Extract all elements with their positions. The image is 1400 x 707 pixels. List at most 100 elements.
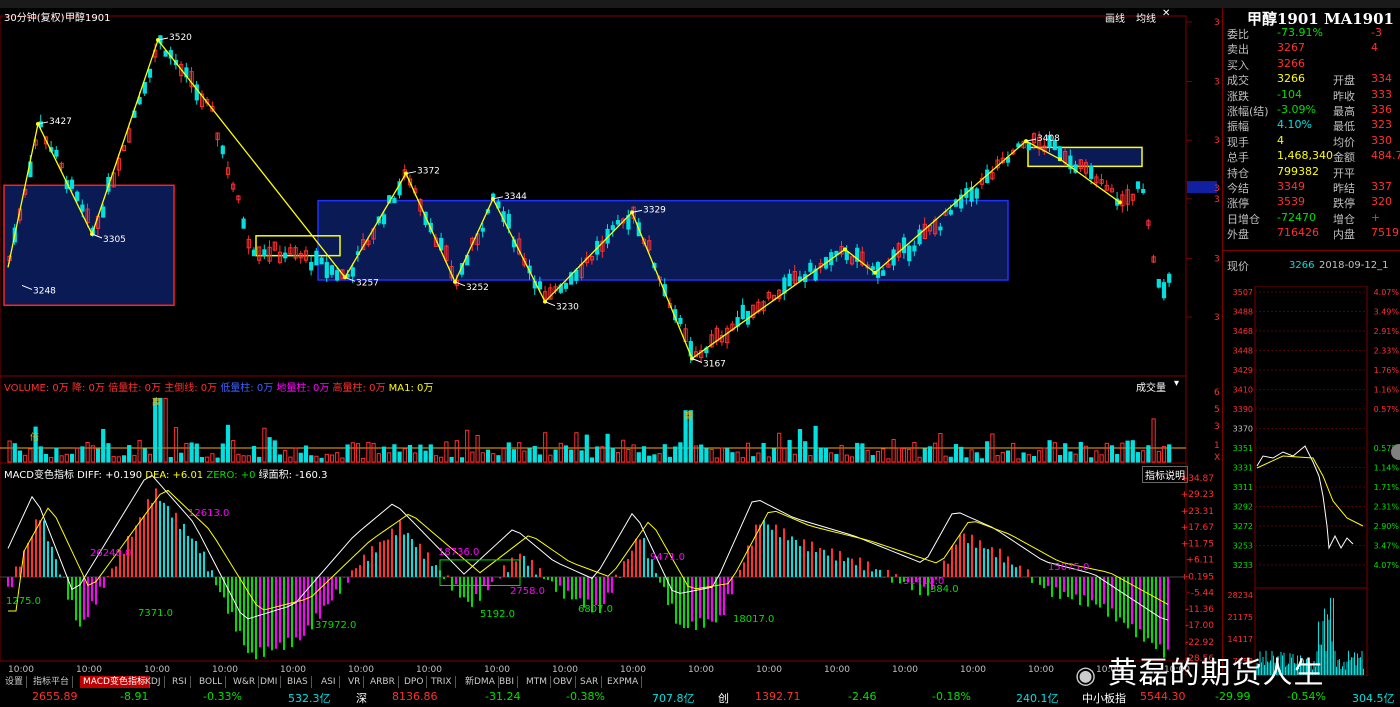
macd-axis-label: +23.31 <box>1181 507 1214 517</box>
tab-1[interactable]: 指标平台 <box>30 676 74 688</box>
candle-body <box>1167 273 1172 283</box>
volume-bar <box>262 427 267 463</box>
volume-bar <box>558 442 563 463</box>
intraday-axis-left: 3272 <box>1233 522 1253 531</box>
candle-body <box>491 193 496 198</box>
volume-bar <box>1047 440 1052 463</box>
price-mark: 3408 <box>1037 134 1060 144</box>
menu-ma[interactable]: 均线 <box>1136 10 1156 25</box>
tab-8[interactable]: BIAS <box>284 676 312 688</box>
tab-14[interactable]: 新DMA <box>462 676 499 688</box>
chevron-down-icon[interactable]: ▾ <box>1174 378 1179 389</box>
price-mark: 3344 <box>504 192 527 202</box>
intraday-axis-left: 3311 <box>1233 483 1253 492</box>
tab-13[interactable]: TRIX <box>428 676 456 688</box>
tab-17[interactable]: OBV <box>550 676 577 688</box>
price-mark: 3257 <box>356 278 379 288</box>
indicator-help-button[interactable]: 指标说明 <box>1142 466 1188 483</box>
candle-body <box>381 214 387 225</box>
volume-bar <box>1151 418 1156 463</box>
tab-19[interactable]: EXPMA <box>604 676 643 688</box>
volume-bar <box>652 454 657 463</box>
volume-bar <box>1104 442 1109 463</box>
candle-body <box>309 261 314 271</box>
macd-value-label: 2758.0 <box>510 586 545 597</box>
volume-bar <box>813 425 818 463</box>
volume-bar <box>116 456 121 463</box>
volume-bar <box>397 451 402 463</box>
now-price-label: 现价 <box>1227 260 1249 273</box>
volume-bar <box>350 442 355 463</box>
tab-16[interactable]: MTM <box>523 676 552 688</box>
macd-value-label: 37972.0 <box>315 620 356 631</box>
candle-body <box>335 270 340 281</box>
price-mark: 3305 <box>103 235 126 245</box>
kline-chart[interactable]: 3540 3474 3409 3344 3278 3213 3357 3520 3427 3305… <box>0 8 1220 676</box>
tab-6[interactable]: W&R <box>230 676 260 688</box>
volume-bar <box>875 450 881 463</box>
tab-0[interactable]: 设置 <box>2 676 28 688</box>
volume-bar <box>595 446 600 463</box>
price-mark: 3372 <box>417 167 440 177</box>
intraday-chart[interactable]: 3507 3488 3468 3448 3429 3410 3390 3370 3351 3331… <box>1223 286 1400 676</box>
menu-draw-line[interactable]: 画线 <box>1105 10 1125 25</box>
intraday-axis-left: 3410 <box>1233 386 1253 395</box>
volume-bar <box>927 446 933 463</box>
volume-bar <box>163 397 168 463</box>
volume-bar <box>600 446 605 463</box>
time-label: 10:00 <box>348 665 374 675</box>
intraday-axis-right: 2.31% <box>1374 503 1400 512</box>
quote-value-2: 337 <box>1371 180 1392 193</box>
tab-18[interactable]: SAR <box>577 676 603 688</box>
volume-bar <box>17 450 23 463</box>
volume-bar <box>912 442 917 463</box>
volume-bar <box>517 442 522 463</box>
volume-bar <box>943 455 948 463</box>
tab-15[interactable]: BBI <box>496 676 519 688</box>
candle-body <box>808 262 813 272</box>
time-label: 10:00 <box>824 665 850 675</box>
candle-body <box>220 145 225 155</box>
volume-bar <box>881 448 886 463</box>
volume-bar <box>433 455 439 463</box>
volume-bar <box>771 448 777 463</box>
tab-3[interactable]: KDJ <box>142 676 165 688</box>
price-mark: 3248 <box>33 286 56 296</box>
volume-bar <box>896 447 901 463</box>
tab-5[interactable]: BOLL <box>196 676 227 688</box>
quote-value: 3267 <box>1277 41 1305 55</box>
candle-body <box>80 204 85 212</box>
volume-dropdown[interactable]: 成交量 <box>1136 379 1166 394</box>
main-chart-area[interactable]: 3540 3474 3409 3344 3278 3213 3357 3520 3427 3305… <box>0 8 1220 676</box>
quote-value: 1,468,340 <box>1277 149 1333 163</box>
tab-7[interactable]: DMI <box>257 676 282 688</box>
tab-10[interactable]: VR <box>345 676 365 688</box>
volume-mark: 高 <box>684 410 693 422</box>
chart-close-icon[interactable]: ✕ <box>1162 8 1170 19</box>
tab-11[interactable]: ARBR <box>367 676 399 688</box>
candle-body <box>844 251 849 261</box>
volume-bar <box>49 456 54 463</box>
tab-4[interactable]: RSI <box>169 676 191 688</box>
volume-bar <box>199 456 205 463</box>
volume-bar <box>579 450 584 463</box>
tab-9[interactable]: ASI <box>318 676 340 688</box>
tab-12[interactable]: DPO <box>401 676 428 688</box>
volume-bar <box>371 442 376 463</box>
volume-bar <box>283 450 288 463</box>
candle-body <box>147 68 153 78</box>
intraday-axis-left: 3507 <box>1233 288 1253 297</box>
tab-2[interactable]: MACD变色指标 <box>80 676 150 688</box>
volume-bar <box>766 456 771 463</box>
volume-bar <box>1156 450 1161 463</box>
volume-bar <box>662 444 667 463</box>
quote-value-2: 334 <box>1371 72 1392 86</box>
volume-bar <box>787 440 792 463</box>
candle-body <box>901 237 907 254</box>
volume-bar <box>491 453 496 463</box>
volume-bar <box>303 445 309 463</box>
intraday-axis-right: 1.76% <box>1374 366 1400 375</box>
volume-bar <box>480 452 485 463</box>
now-price-value: 3266 <box>1289 260 1315 271</box>
volume-bar <box>979 458 985 463</box>
